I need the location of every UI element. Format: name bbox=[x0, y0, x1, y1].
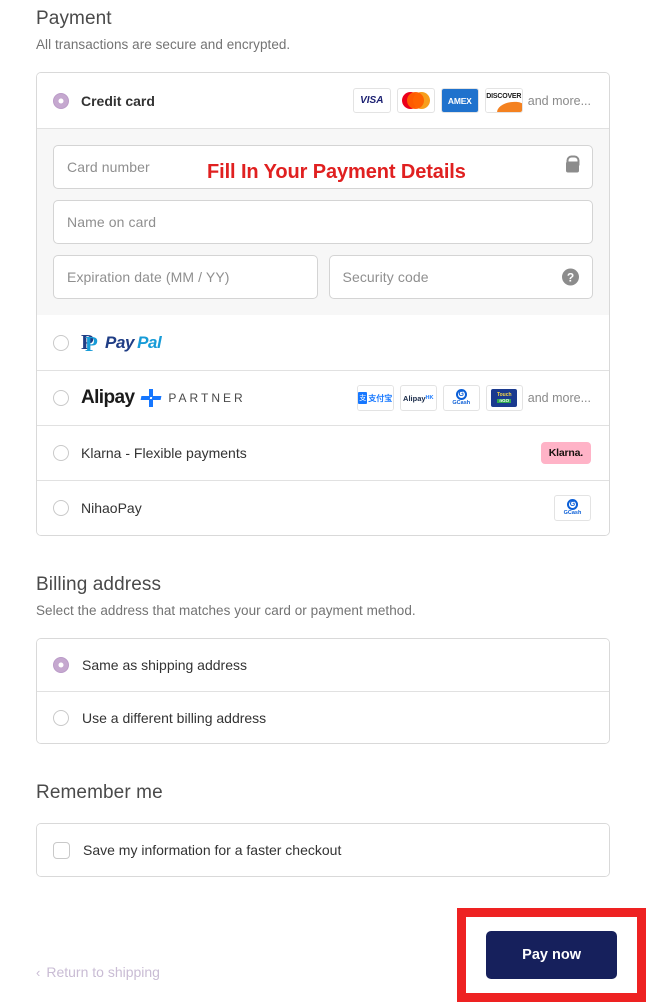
save-info-label: Save my information for a faster checkou… bbox=[83, 842, 342, 858]
chevron-left-icon: ‹ bbox=[36, 964, 41, 980]
card-number-placeholder: Card number bbox=[67, 159, 150, 175]
alipay-plus-icon bbox=[140, 389, 162, 407]
expiry-security-row: Expiration date (MM / YY) Security code … bbox=[53, 255, 593, 299]
name-on-card-placeholder: Name on card bbox=[67, 214, 157, 230]
klarna-icon: Klarna. bbox=[540, 442, 591, 464]
radio-nihaopay[interactable] bbox=[53, 500, 69, 516]
lock-icon bbox=[566, 161, 579, 173]
payment-section-header: Payment All transactions are secure and … bbox=[36, 0, 610, 52]
payment-method-alipay[interactable]: Alipay PARTNER 支 支付宝 Alipay HK G GCash T… bbox=[37, 370, 609, 425]
payment-methods-panel: Credit card VISA AMEX DISCOVER and more.… bbox=[36, 72, 610, 536]
payment-method-klarna[interactable]: Klarna - Flexible payments Klarna. bbox=[37, 425, 609, 480]
radio-credit-card[interactable] bbox=[53, 92, 69, 109]
remember-section-header: Remember me bbox=[36, 782, 610, 804]
question-mark-icon[interactable]: ? bbox=[562, 268, 579, 286]
alipay-brands-more-text: and more... bbox=[527, 391, 591, 405]
alipay-cn-icon: 支 支付宝 bbox=[356, 385, 394, 411]
mastercard-icon bbox=[396, 88, 435, 113]
payment-method-label: NihaoPay bbox=[81, 500, 142, 516]
annotation-text: Fill In Your Payment Details bbox=[207, 161, 466, 183]
payment-method-label: Credit card bbox=[81, 92, 155, 109]
billing-option-same-as-shipping[interactable]: Same as shipping address bbox=[37, 639, 609, 691]
alipay-brand-logos: 支 支付宝 Alipay HK G GCash Touch nGO bbox=[356, 385, 523, 411]
radio-klarna[interactable] bbox=[53, 445, 69, 461]
alipay-partner-label: PARTNER bbox=[168, 391, 246, 405]
billing-option-different-address[interactable]: Use a different billing address bbox=[37, 691, 609, 743]
radio-paypal[interactable] bbox=[53, 334, 69, 351]
remember-me-panel: Save my information for a faster checkou… bbox=[36, 823, 610, 877]
expiration-placeholder: Expiration date (MM / YY) bbox=[67, 269, 230, 285]
page-title: Payment bbox=[36, 8, 112, 29]
alipay-icon: Alipay PARTNER bbox=[81, 387, 246, 408]
credit-card-form: Card number Name on card Expiration date… bbox=[37, 128, 609, 315]
alipay-hk-icon: Alipay HK bbox=[399, 385, 437, 411]
return-to-shipping-label: Return to shipping bbox=[46, 964, 160, 980]
card-brands-more-text: and more... bbox=[527, 93, 591, 108]
payment-method-label: Klarna - Flexible payments bbox=[81, 445, 247, 461]
remember-title: Remember me bbox=[36, 782, 163, 803]
checkout-footer: ‹ Return to shipping Pay now bbox=[36, 908, 646, 1002]
checkout-payment-page: Payment All transactions are secure and … bbox=[0, 0, 646, 1002]
payment-method-credit-card[interactable]: Credit card VISA AMEX DISCOVER and more.… bbox=[37, 73, 609, 128]
expiration-date-field[interactable]: Expiration date (MM / YY) bbox=[53, 255, 318, 299]
visa-icon: VISA bbox=[352, 88, 391, 113]
gcash-icon: G GCash bbox=[442, 385, 480, 411]
return-to-shipping-link[interactable]: ‹ Return to shipping bbox=[36, 964, 160, 980]
amex-icon: AMEX bbox=[440, 88, 479, 113]
billing-subtitle: Select the address that matches your car… bbox=[36, 603, 416, 618]
remember-me-row[interactable]: Save my information for a faster checkou… bbox=[37, 824, 609, 876]
security-code-placeholder: Security code bbox=[342, 269, 429, 285]
billing-section-header: Billing address Select the address that … bbox=[36, 574, 610, 618]
gcash-icon: G GCash bbox=[554, 495, 591, 521]
payment-subtitle: All transactions are secure and encrypte… bbox=[36, 37, 291, 52]
billing-option-label: Use a different billing address bbox=[82, 709, 267, 726]
billing-address-panel: Same as shipping address Use a different… bbox=[36, 638, 610, 744]
payment-method-nihaopay[interactable]: NihaoPay G GCash bbox=[37, 480, 609, 535]
radio-same-as-shipping[interactable] bbox=[53, 657, 69, 673]
paypal-icon: P P Pay Pal bbox=[81, 330, 162, 356]
save-info-checkbox[interactable] bbox=[53, 841, 70, 859]
discover-icon: DISCOVER bbox=[484, 88, 523, 113]
security-code-field[interactable]: Security code ? bbox=[328, 255, 593, 299]
touch-n-go-icon: Touch nGO bbox=[485, 385, 523, 411]
pay-now-button[interactable]: Pay now bbox=[486, 931, 617, 979]
pay-now-highlight-box: Pay now bbox=[457, 908, 646, 1002]
radio-different-billing-address[interactable] bbox=[53, 709, 69, 726]
billing-title: Billing address bbox=[36, 574, 162, 595]
name-on-card-field[interactable]: Name on card bbox=[53, 200, 593, 244]
billing-option-label: Same as shipping address bbox=[82, 657, 247, 673]
card-brand-logos: VISA AMEX DISCOVER bbox=[352, 88, 523, 113]
payment-method-paypal[interactable]: P P Pay Pal bbox=[37, 315, 609, 370]
radio-alipay[interactable] bbox=[53, 390, 69, 406]
